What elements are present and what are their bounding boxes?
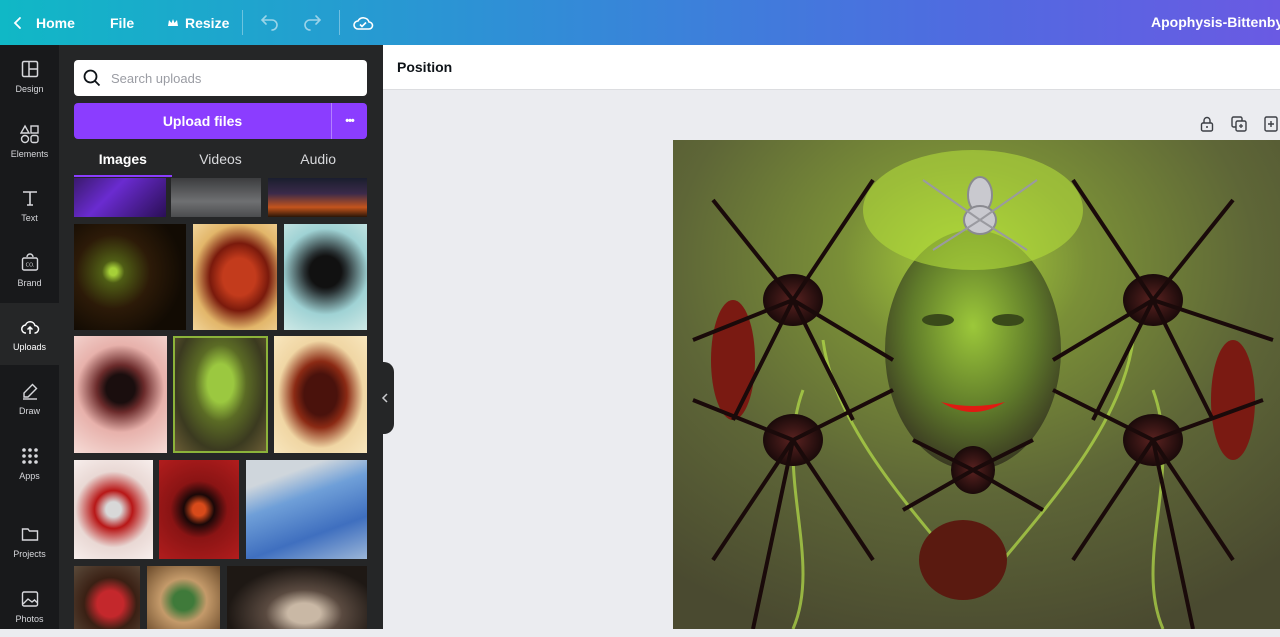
search-box[interactable] (74, 60, 367, 96)
search-input[interactable] (111, 70, 351, 86)
upload-files-button[interactable]: Upload files (74, 103, 331, 139)
upload-button-group: Upload files ••• (74, 103, 367, 139)
design-canvas-page[interactable] (673, 140, 1280, 629)
upload-thumbnail[interactable] (274, 336, 367, 453)
toolbar-divider (242, 10, 243, 35)
rail-item-brand[interactable]: CO. Brand (0, 239, 59, 301)
redo-icon (304, 14, 322, 31)
document-title[interactable]: Apophysis-BittenbyS (1151, 0, 1280, 45)
upload-thumbnail[interactable] (246, 460, 367, 559)
rail-item-draw[interactable]: Draw (0, 367, 59, 429)
svg-text:CO.: CO. (25, 262, 34, 268)
upload-more-button[interactable]: ••• (331, 103, 367, 139)
crown-icon (168, 18, 178, 26)
undo-icon (260, 14, 278, 31)
rail-item-design[interactable]: Design (0, 45, 59, 107)
rail-label: Draw (18, 405, 40, 416)
upload-thumbnail[interactable] (284, 224, 367, 330)
tab-videos[interactable]: Videos (172, 143, 270, 177)
search-icon (83, 69, 101, 87)
lock-icon[interactable] (1198, 115, 1216, 133)
rail-item-photos[interactable]: Photos (0, 575, 59, 637)
upload-thumbnail[interactable] (147, 566, 220, 629)
upload-thumbnail[interactable] (171, 178, 261, 217)
tab-audio[interactable]: Audio (269, 143, 367, 177)
more-dots-icon: ••• (345, 115, 355, 127)
upload-thumbnail[interactable] (159, 460, 239, 559)
upload-thumbnail[interactable] (74, 566, 140, 629)
rail-item-text[interactable]: Text (0, 174, 59, 236)
upload-thumbnail[interactable] (74, 224, 186, 330)
chevron-left-icon (381, 393, 388, 403)
add-page-icon[interactable] (1262, 115, 1280, 133)
rail-item-apps[interactable]: Apps (0, 432, 59, 494)
rail-item-uploads[interactable]: Uploads (0, 303, 59, 365)
file-menu-button[interactable]: File (110, 0, 134, 45)
upload-thumbnail[interactable] (173, 336, 268, 453)
pen-icon (22, 383, 37, 400)
left-rail: Design Elements Text CO. Brand Uploads D… (0, 45, 59, 629)
shapes-icon (19, 124, 39, 143)
cloud-check-icon (353, 16, 374, 30)
redo-button[interactable] (302, 0, 322, 45)
duplicate-page-icon[interactable] (1230, 115, 1248, 133)
uploads-panel: Upload files ••• Images Videos Audio (59, 45, 383, 629)
layout-icon (21, 60, 38, 77)
grid-icon (21, 447, 38, 464)
rail-label: Uploads (12, 341, 47, 352)
upload-thumbnail[interactable] (74, 336, 167, 453)
canvas-artwork-image (673, 140, 1280, 629)
rail-label: Elements (10, 148, 49, 159)
rail-label: Projects (13, 548, 46, 559)
upload-thumbnail[interactable] (268, 178, 367, 217)
image-icon (21, 590, 38, 607)
cloud-upload-icon (20, 320, 39, 334)
collapse-panel-button[interactable] (376, 362, 394, 434)
text-icon (22, 190, 37, 206)
rail-item-elements[interactable]: Elements (0, 110, 59, 172)
rail-label: Text (21, 212, 38, 223)
position-button[interactable]: Position (397, 59, 452, 75)
tab-images[interactable]: Images (74, 143, 172, 177)
upload-thumbnail[interactable] (74, 178, 166, 217)
rail-label: Apps (19, 470, 40, 481)
rail-item-projects[interactable]: Projects (0, 510, 59, 572)
resize-label: Resize (185, 14, 230, 31)
file-label: File (110, 14, 135, 31)
undo-button[interactable] (260, 0, 280, 45)
brand-kit-icon: CO. (21, 252, 38, 271)
home-label: Home (36, 14, 75, 31)
save-status-button[interactable] (352, 0, 374, 45)
folder-icon (21, 527, 38, 541)
home-button[interactable]: Home (12, 0, 75, 45)
resize-button[interactable]: Resize (167, 0, 229, 45)
media-tabs: Images Videos Audio (74, 143, 367, 177)
rail-label: Photos (15, 613, 44, 624)
upload-thumbnail[interactable] (227, 566, 367, 629)
upload-thumbnail[interactable] (193, 224, 277, 330)
upload-thumbnail[interactable] (74, 460, 153, 559)
toolbar-divider (339, 10, 340, 35)
context-toolbar: Position (383, 45, 1280, 90)
rail-label: Brand (17, 277, 42, 288)
rail-label: Design (15, 83, 44, 94)
chevron-left-icon (13, 16, 21, 29)
top-bar: Home File Resize Apophysis-BittenbyS (0, 0, 1280, 45)
